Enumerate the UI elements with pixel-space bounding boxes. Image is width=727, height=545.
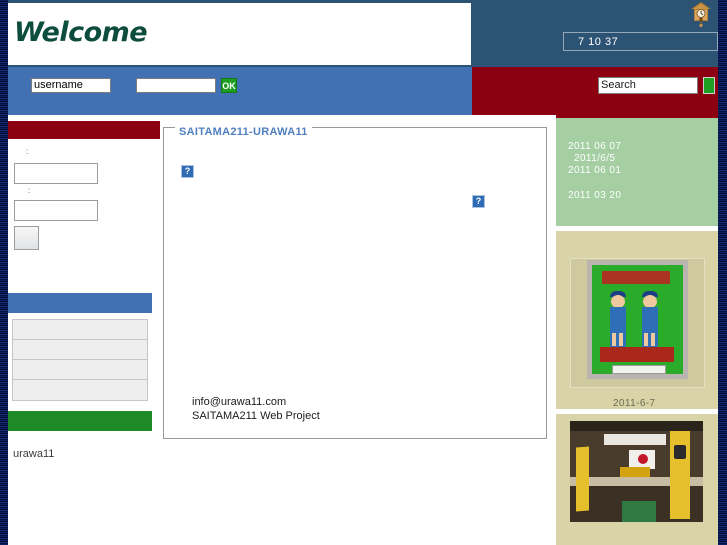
broken-image-icon[interactable]: ? (181, 165, 194, 178)
poster-caption-strip (612, 365, 666, 374)
news-date-item[interactable]: 2011 06 01 (568, 165, 621, 176)
sidebar-login-panel-header (8, 121, 160, 139)
main-content-fieldset (163, 127, 547, 439)
ceremony-banner (604, 434, 666, 445)
sidebar-menu-footer (8, 411, 152, 431)
list-item[interactable] (13, 360, 147, 380)
japan-flag-disc (638, 454, 648, 464)
broken-image-icon[interactable]: ? (472, 195, 485, 208)
contact-email-text: info@urawa11.com (192, 396, 287, 408)
photo-caption: 2011-6-7 (613, 398, 656, 409)
poster-leg (612, 333, 616, 346)
right-border-texture (718, 0, 727, 545)
site-name-label: urawa11 (13, 448, 55, 460)
poster-leg (644, 333, 648, 346)
ceremony-green-carpet (622, 501, 656, 522)
contact-organization-text: SAITAMA211 Web Project (192, 410, 320, 422)
news-date-item[interactable]: 2011 03 20 (568, 190, 621, 201)
poster-top-text (602, 271, 670, 284)
sidebar-password-input[interactable] (14, 200, 98, 221)
news-date-item[interactable]: 2011/6/5 (574, 153, 615, 164)
main-content-legend: SAITAMA211-URAWA11 (175, 126, 312, 138)
poster-leg (619, 333, 623, 346)
search-input[interactable]: Search (598, 77, 698, 94)
left-border-texture (0, 0, 8, 545)
sidebar-username-label: : (26, 147, 29, 156)
password-input[interactable] (136, 78, 216, 93)
boy-scouts-ceremony-image[interactable] (570, 421, 703, 522)
cuckoo-clock-icon (690, 1, 712, 28)
scout-flag-emblem (674, 445, 686, 459)
search-submit-button[interactable] (703, 77, 715, 94)
sidebar-username-input[interactable] (14, 163, 98, 184)
list-item[interactable] (13, 380, 147, 400)
ok-button[interactable]: OK (221, 78, 237, 93)
sidebar-menu-list (12, 319, 148, 401)
sidebar-menu-header (8, 293, 152, 313)
scout-flag-left (576, 446, 589, 512)
childrens-poster-image[interactable] (587, 260, 688, 379)
list-item[interactable] (13, 320, 147, 340)
welcome-panel: Welcome (8, 3, 471, 65)
poster-canvas (592, 265, 683, 374)
sidebar-submit-button[interactable] (14, 226, 39, 250)
username-input[interactable]: username (31, 78, 111, 93)
list-item[interactable] (13, 340, 147, 360)
poster-leg (651, 333, 655, 346)
news-date-item[interactable]: 2011 06 07 (568, 141, 621, 152)
page-title: Welcome (14, 17, 148, 48)
sidebar-password-label: : (28, 186, 31, 195)
clock-time-display: 7 10 37 (563, 32, 718, 51)
poster-bottom-text (600, 347, 674, 362)
